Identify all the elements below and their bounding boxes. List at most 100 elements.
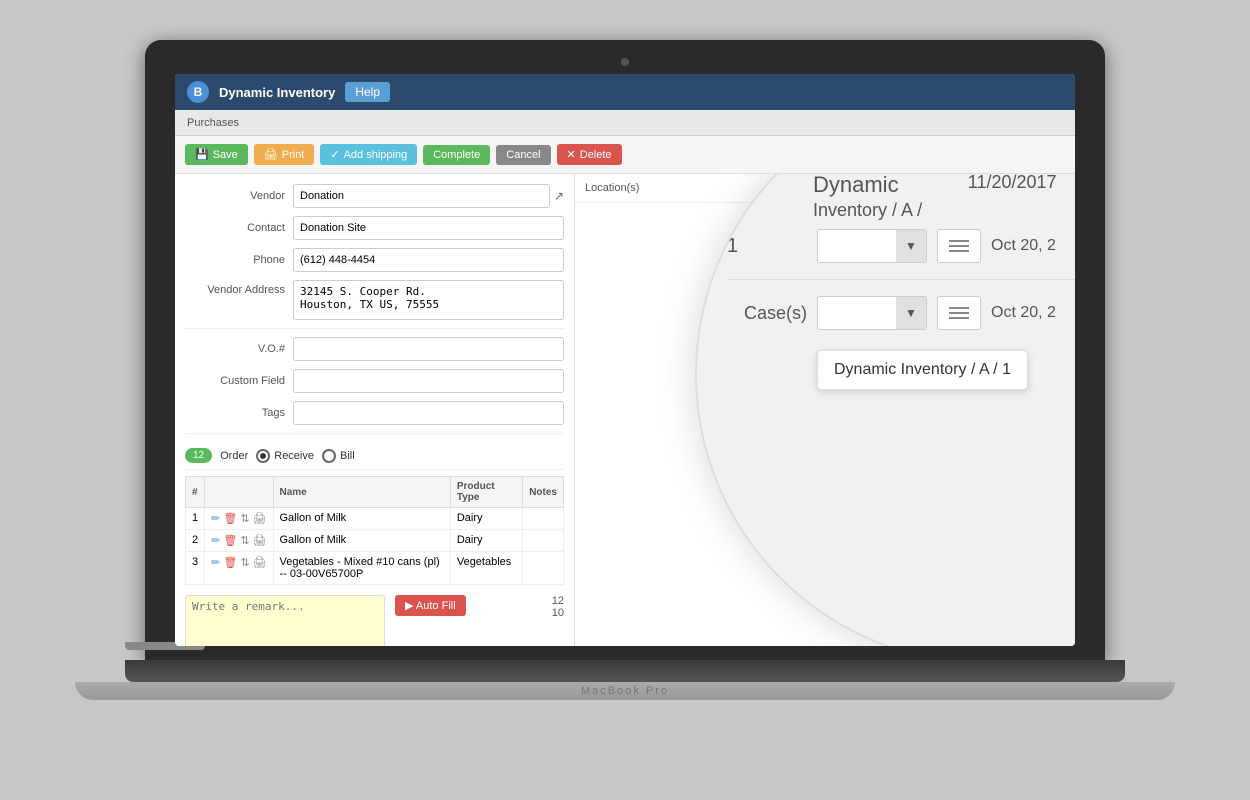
edit-icon[interactable]: ✏	[211, 512, 220, 525]
address-row: Vendor Address 32145 S. Cooper Rd. Houst…	[185, 280, 564, 320]
toolbar: 💾 Save 🖨 Print ✓ Add shipping Complete	[175, 136, 1075, 174]
table-row: 2 ✏ 🗑 ⇅ 🖨	[186, 530, 564, 552]
location-dropdown[interactable]: ▼	[817, 229, 927, 263]
logo-letter: B	[194, 85, 203, 99]
cancel-button[interactable]: Cancel	[496, 145, 550, 165]
external-link-icon[interactable]: ↗	[554, 189, 564, 203]
row-name: Vegetables - Mixed #10 cans (pl) -- 03-0…	[273, 552, 450, 585]
app-logo: B	[187, 81, 209, 103]
tab-order[interactable]: Order	[220, 450, 248, 462]
sort-icon[interactable]: ⇅	[240, 534, 249, 547]
row-actions: ✏ 🗑 ⇅ 🖨	[205, 508, 273, 530]
row1-location: Dynamic Inventory / A /	[813, 174, 968, 221]
row-delete-icon[interactable]: 🗑	[223, 534, 237, 547]
cases-dropdown[interactable]: ▼	[817, 296, 927, 330]
menu-line2	[949, 245, 969, 247]
col-type: Product Type	[450, 477, 522, 508]
remark-textarea[interactable]	[185, 595, 385, 646]
contact-input[interactable]	[293, 216, 564, 240]
row-num: 1	[186, 508, 205, 530]
edit-icon[interactable]: ✏	[211, 534, 220, 547]
row-notes	[523, 508, 564, 530]
remark-section: ▶ Auto Fill 12 10	[185, 595, 564, 646]
table-container: # Name Product Type Notes 1	[185, 476, 564, 585]
sort-icon[interactable]: ⇅	[240, 556, 249, 569]
inventory-path: Inventory / A /	[813, 200, 968, 221]
row-actions: ✏ 🗑 ⇅ 🖨	[205, 530, 273, 552]
col-name: Name	[273, 477, 450, 508]
magnify-row1: Dynamic Inventory / A / 11/20/2017 10/19…	[727, 174, 1075, 221]
items-table: # Name Product Type Notes 1	[185, 476, 564, 585]
row-type: Vegetables	[450, 552, 522, 585]
summary-numbers: 12 10	[552, 595, 564, 619]
add-shipping-button[interactable]: ✓ Add shipping	[320, 144, 417, 165]
table-row: 1 ✏ 🗑 ⇅ 🖨	[186, 508, 564, 530]
app-topbar: B Dynamic Inventory Help	[175, 74, 1075, 110]
row2-number: 1	[727, 235, 807, 258]
dropdown-arrow-icon[interactable]: ▼	[896, 230, 926, 262]
print-icon: 🖨	[264, 148, 278, 161]
shipping-icon: ✓	[330, 148, 339, 161]
laptop-bottom: MacBook Pro	[75, 682, 1175, 700]
phone-input[interactable]	[293, 248, 564, 272]
tab-receive[interactable]: Receive	[256, 449, 314, 463]
tags-input[interactable]	[293, 401, 564, 425]
delete-icon: ✕	[567, 148, 576, 161]
screen-content: B Dynamic Inventory Help Purchases 💾 Sav…	[175, 74, 1075, 646]
row-delete-icon[interactable]: 🗑	[223, 556, 237, 569]
main-layout: Vendor ↗ Contact Phone	[175, 174, 1075, 646]
tab-bill[interactable]: Bill	[322, 449, 355, 463]
vo-label: V.O.#	[185, 343, 285, 355]
menu-line3	[949, 250, 969, 252]
dynamic-text: Dynamic	[813, 174, 968, 198]
vo-input[interactable]	[293, 337, 564, 361]
magnify-overlay: UOM Location Expiration Date Receiv	[695, 174, 1075, 646]
menu-icon[interactable]	[937, 229, 981, 263]
print-row-icon[interactable]: 🖨	[253, 556, 267, 569]
autofill-button[interactable]: ▶ Auto Fill	[395, 595, 466, 616]
autofill-icon: ▶	[405, 600, 413, 612]
breadcrumb: Purchases	[187, 117, 239, 129]
menu-line1	[949, 240, 969, 242]
screen-bezel: B Dynamic Inventory Help Purchases 💾 Sav…	[145, 40, 1105, 660]
oct-date2: Oct 20, 2	[991, 304, 1056, 322]
help-button[interactable]: Help	[345, 82, 390, 102]
delete-button[interactable]: ✕ Delete	[557, 144, 622, 165]
row-delete-icon[interactable]: 🗑	[223, 512, 237, 525]
tags-row: Tags	[185, 401, 564, 425]
row-type: Dairy	[450, 508, 522, 530]
complete-button[interactable]: Complete	[423, 145, 490, 165]
col-actions	[205, 477, 273, 508]
address-label: Vendor Address	[185, 280, 285, 296]
magnify-row3: Case(s) ▼	[727, 296, 1075, 330]
print-row-icon[interactable]: 🖨	[253, 512, 267, 525]
custom-input[interactable]	[293, 369, 564, 393]
cases-menu-icon[interactable]	[937, 296, 981, 330]
sort-icon[interactable]: ⇅	[240, 512, 249, 525]
location-tooltip[interactable]: Dynamic Inventory / A / 1	[817, 350, 1028, 390]
save-button[interactable]: 💾 Save	[185, 144, 248, 165]
row-type: Dairy	[450, 530, 522, 552]
col-notes: Notes	[523, 477, 564, 508]
row-actions: ✏ 🗑 ⇅ 🖨	[205, 552, 273, 585]
edit-icon[interactable]: ✏	[211, 556, 220, 569]
receive-radio[interactable]	[256, 449, 270, 463]
print-button[interactable]: 🖨 Print	[254, 144, 315, 165]
screen: B Dynamic Inventory Help Purchases 💾 Sav…	[175, 74, 1075, 646]
vendor-row: Vendor ↗	[185, 184, 564, 208]
divider1	[185, 328, 564, 329]
phone-row: Phone	[185, 248, 564, 272]
row-num: 3	[186, 552, 205, 585]
bill-radio[interactable]	[322, 449, 336, 463]
order-tabs: 12 Order Receive Bill	[185, 442, 564, 470]
vendor-input[interactable]	[293, 184, 550, 208]
vo-row: V.O.#	[185, 337, 564, 361]
address-input[interactable]: 32145 S. Cooper Rd. Houston, TX US, 7555…	[293, 280, 564, 320]
custom-row: Custom Field	[185, 369, 564, 393]
cases-menu-line3	[949, 317, 969, 319]
row-num: 2	[186, 530, 205, 552]
cases-menu-line1	[949, 307, 969, 309]
cases-dropdown-arrow[interactable]: ▼	[896, 297, 926, 329]
laptop-shell: B Dynamic Inventory Help Purchases 💾 Sav…	[135, 40, 1115, 760]
print-row-icon[interactable]: 🖨	[253, 534, 267, 547]
